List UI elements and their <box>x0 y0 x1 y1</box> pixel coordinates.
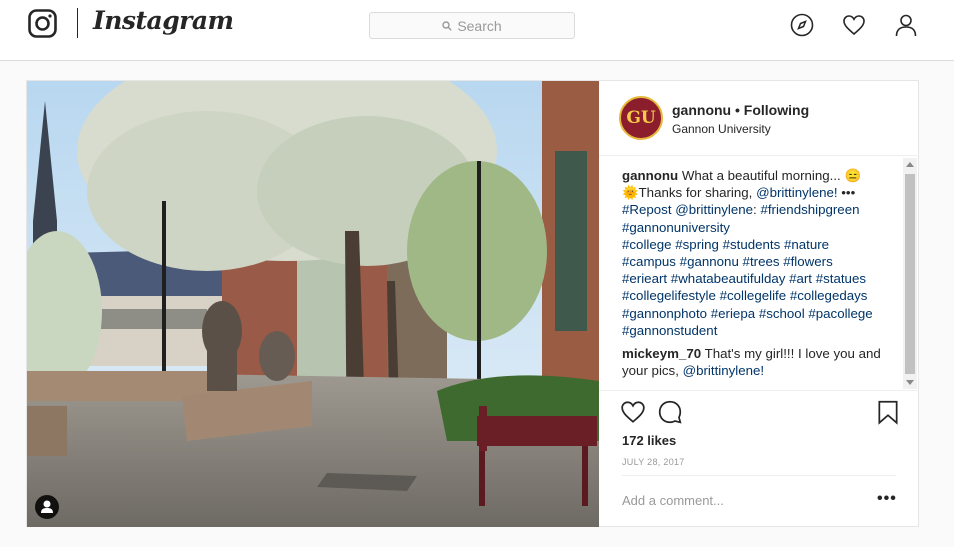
hashtag[interactable]: #spring <box>675 237 719 252</box>
caption: gannonu What a beautiful morning... 😑 🌞T… <box>622 167 897 339</box>
caption-mention[interactable]: @brittinylene! <box>756 185 838 200</box>
post-sidebar: GU gannonu • Following Gannon University… <box>599 81 919 527</box>
campus-courtyard-image <box>27 81 599 527</box>
add-comment-divider <box>622 475 896 476</box>
person-icon[interactable] <box>894 13 918 37</box>
hashtag[interactable]: #statues <box>816 271 866 286</box>
post-author-username[interactable]: gannonu <box>672 102 731 118</box>
add-comment-input[interactable]: Add a comment... <box>622 493 862 508</box>
caption-username[interactable]: gannonu <box>622 168 678 183</box>
hashtag[interactable]: #erieart <box>622 271 667 286</box>
avatar[interactable]: GU <box>619 96 663 140</box>
more-ellipsis[interactable]: ••• <box>838 185 855 200</box>
hashtag[interactable]: #pacollege <box>808 306 872 321</box>
search-icon <box>442 20 453 31</box>
scroll-up-icon[interactable] <box>906 162 914 167</box>
comments-list: gannonu What a beautiful morning... 😑 🌞T… <box>622 167 897 382</box>
comment-bubble-icon[interactable] <box>657 399 683 425</box>
hashtag[interactable]: #art <box>789 271 812 286</box>
caption-text-2: 🌞Thanks for sharing, <box>622 185 757 201</box>
hashtag[interactable]: #collegelifestyle <box>622 288 716 303</box>
hashtag[interactable]: #collegedays <box>790 288 868 303</box>
post-header: GU gannonu • Following Gannon University <box>599 81 919 156</box>
tagged-users-button[interactable] <box>35 495 59 519</box>
hashtag[interactable]: #gannonu <box>680 254 739 269</box>
post-location[interactable]: Gannon University <box>672 122 771 136</box>
hashtag[interactable]: #college <box>622 237 672 252</box>
scroll-down-icon[interactable] <box>906 380 914 385</box>
post-author-row: gannonu • Following <box>672 102 809 118</box>
post-card: GU gannonu • Following Gannon University… <box>26 80 919 527</box>
following-button[interactable]: Following <box>744 102 809 118</box>
hashtag[interactable]: #nature <box>784 237 829 252</box>
bookmark-icon[interactable] <box>875 399 901 425</box>
comments-scrollbar[interactable] <box>903 158 917 389</box>
caption-text-1: What a beautiful morning... 😑 <box>681 168 862 183</box>
hashtag[interactable]: #collegelife <box>720 288 787 303</box>
instagram-camera-icon[interactable] <box>28 9 57 38</box>
hashtag[interactable]: #students <box>723 237 781 252</box>
like-heart-icon[interactable] <box>620 399 646 425</box>
instagram-wordmark[interactable]: Instagram <box>93 6 234 35</box>
hashtag[interactable]: #Repost <box>622 202 672 217</box>
likes-count[interactable]: 172 likes <box>622 433 676 448</box>
search-input[interactable]: Search <box>369 12 575 39</box>
person-icon <box>41 500 53 513</box>
search-placeholder: Search <box>457 17 502 34</box>
hashtag[interactable]: #friendshipgreen <box>760 202 859 217</box>
hashtag[interactable]: #whatabeautifulday <box>671 271 786 286</box>
hashtag[interactable]: #campus <box>622 254 676 269</box>
caption-mention-2[interactable]: @brittinylene <box>675 202 753 217</box>
hashtag[interactable]: #trees <box>743 254 780 269</box>
hashtag[interactable]: #gannonstudent <box>622 323 717 338</box>
more-options-button[interactable]: ••• <box>877 491 897 507</box>
logo-divider <box>77 8 78 38</box>
comment-username[interactable]: mickeym_70 <box>622 346 701 361</box>
heart-icon[interactable] <box>842 13 866 37</box>
hashtag[interactable]: #gannonuniversity <box>622 220 730 235</box>
post-photo[interactable] <box>27 81 599 527</box>
separator-dot: • <box>731 102 744 118</box>
scrollbar-thumb[interactable] <box>905 174 915 374</box>
comment-item: mickeym_70 That's my girl!!! I love you … <box>622 345 897 379</box>
hashtag[interactable]: #gannonphoto <box>622 306 707 321</box>
hashtag[interactable]: #flowers <box>783 254 833 269</box>
hashtag[interactable]: #school <box>759 306 805 321</box>
compass-icon[interactable] <box>790 13 814 37</box>
comment-mention[interactable]: @brittinylene! <box>683 363 765 378</box>
hashtag[interactable]: #eriepa <box>711 306 755 321</box>
actions-divider <box>599 390 919 391</box>
post-date[interactable]: JULY 28, 2017 <box>622 457 685 467</box>
top-navigation-bar: Instagram Search <box>0 0 954 61</box>
